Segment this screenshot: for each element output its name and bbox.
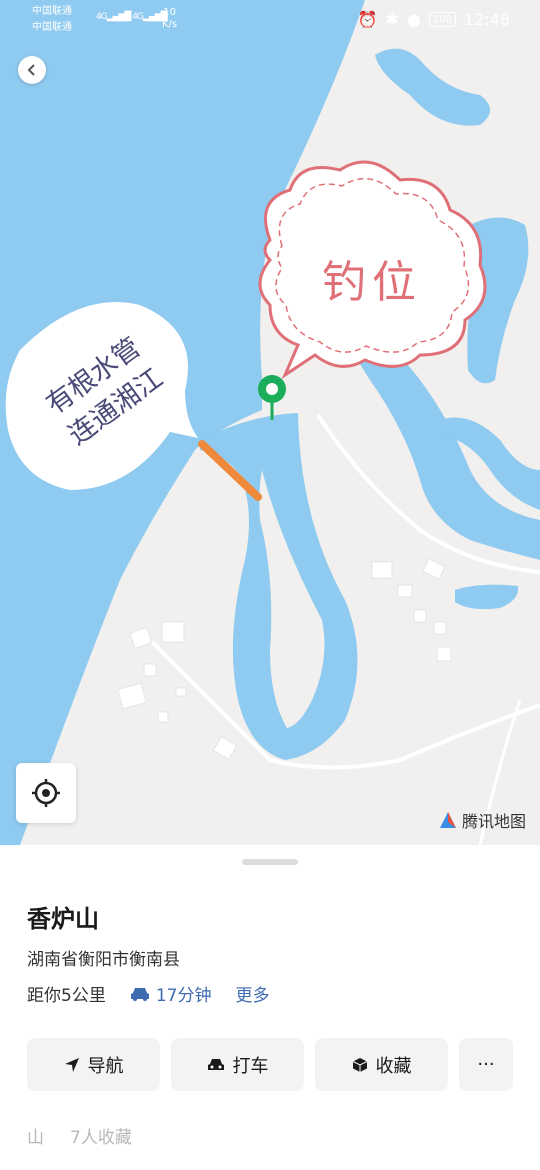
locate-me-button[interactable] <box>16 763 76 823</box>
more-link[interactable]: 更多 <box>235 981 269 1006</box>
car-icon <box>130 987 149 1001</box>
map-brand: 腾讯地图 <box>438 808 526 832</box>
bluetooth-icon: ✱ <box>385 10 399 29</box>
lake-upper <box>375 48 490 126</box>
cloud-label: 钓位 <box>322 257 422 308</box>
info-row: 距你5公里 17分钟 更多 <box>27 981 269 1006</box>
status-bar: 中国联通 中国联通 4G▂▄▆█ 4G▂▄▆█ 10 K/s ⏰ ✱ ● 100… <box>0 0 540 40</box>
navigation-arrow-icon <box>64 1057 79 1072</box>
back-button[interactable] <box>18 56 46 84</box>
status-right: ⏰ ✱ ● 100 12:48 <box>358 10 511 29</box>
box-icon <box>352 1057 367 1072</box>
ellipsis-icon: ··· <box>477 1054 495 1075</box>
carrier-label: 中国联通 <box>32 6 72 17</box>
drag-handle[interactable] <box>242 859 298 865</box>
signal-icon: 4G▂▄▆█ 4G▂▄▆█ <box>96 12 168 22</box>
taxi-button[interactable]: 打车 <box>171 1038 304 1091</box>
place-name: 香炉山 <box>27 905 99 933</box>
favorites-row: 山 7人收藏 <box>27 1123 132 1148</box>
alarm-icon: ⏰ <box>357 10 378 29</box>
place-address: 湖南省衡阳市衡南县 <box>27 950 180 970</box>
chevron-left-icon <box>27 64 35 76</box>
more-actions-button[interactable]: ··· <box>459 1038 513 1091</box>
battery-icon: 100 <box>428 12 456 27</box>
drive-time[interactable]: 17分钟 <box>130 981 211 1006</box>
pond-small <box>455 584 519 610</box>
location-pin <box>258 375 286 420</box>
favorites-count: 7人收藏 <box>70 1128 132 1148</box>
taxi-icon <box>207 1058 224 1070</box>
action-bar: 导航 打车 收藏 ··· <box>27 1038 513 1091</box>
net-speed: 10 K/s <box>162 7 178 30</box>
crosshair-icon <box>32 779 60 807</box>
carrier-label: 中国联通 <box>32 22 72 33</box>
place-detail-sheet: 香炉山 湖南省衡阳市衡南县 距你5公里 17分钟 更多 导航 打车 收藏 ···… <box>0 845 540 1170</box>
time: 12:48 <box>463 10 510 29</box>
tencent-map-logo-icon <box>439 812 456 828</box>
mountain-icon: 山 <box>27 1128 44 1148</box>
distance-label: 距你5公里 <box>27 986 106 1006</box>
navigate-button[interactable]: 导航 <box>27 1038 160 1091</box>
location-icon: ● <box>406 10 421 29</box>
favorite-button[interactable]: 收藏 <box>315 1038 448 1091</box>
